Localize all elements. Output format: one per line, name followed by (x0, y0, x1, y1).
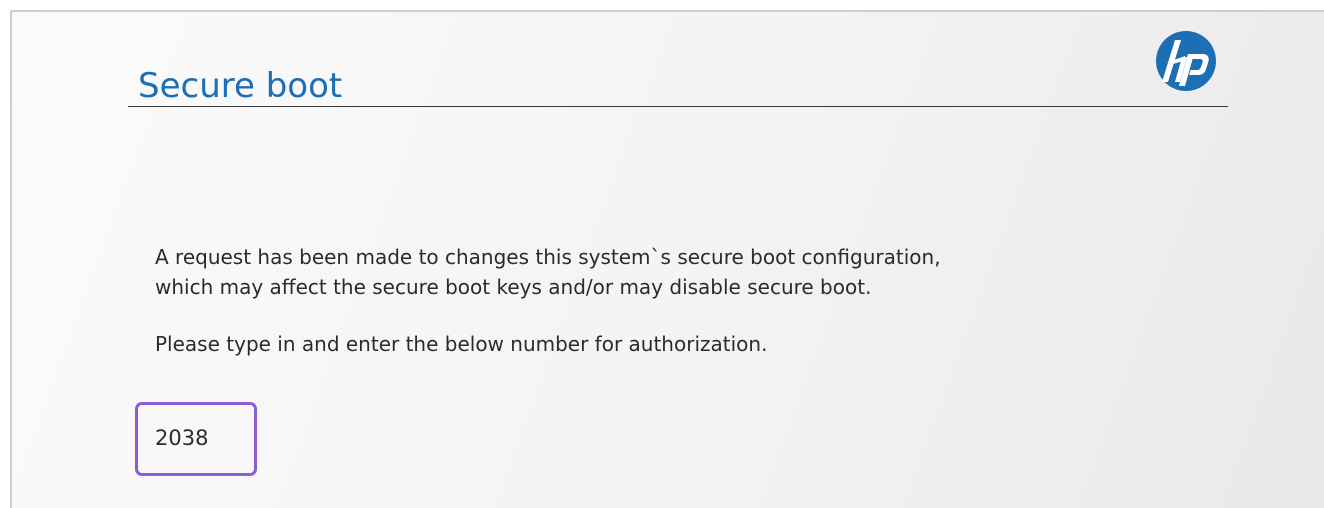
hp-logo-icon (1156, 31, 1216, 91)
message-line-1: A request has been made to changes this … (155, 245, 941, 269)
authorization-code: 2038 (155, 426, 209, 450)
page-title: Secure boot (138, 66, 343, 106)
message-line-2: which may affect the secure boot keys an… (155, 275, 872, 299)
secure-boot-screen: Secure boot A request has been made to c… (10, 10, 1324, 508)
message-body: A request has been made to changes this … (155, 242, 1215, 359)
title-divider (128, 106, 1228, 107)
authorization-instruction: Please type in and enter the below numbe… (155, 332, 768, 356)
